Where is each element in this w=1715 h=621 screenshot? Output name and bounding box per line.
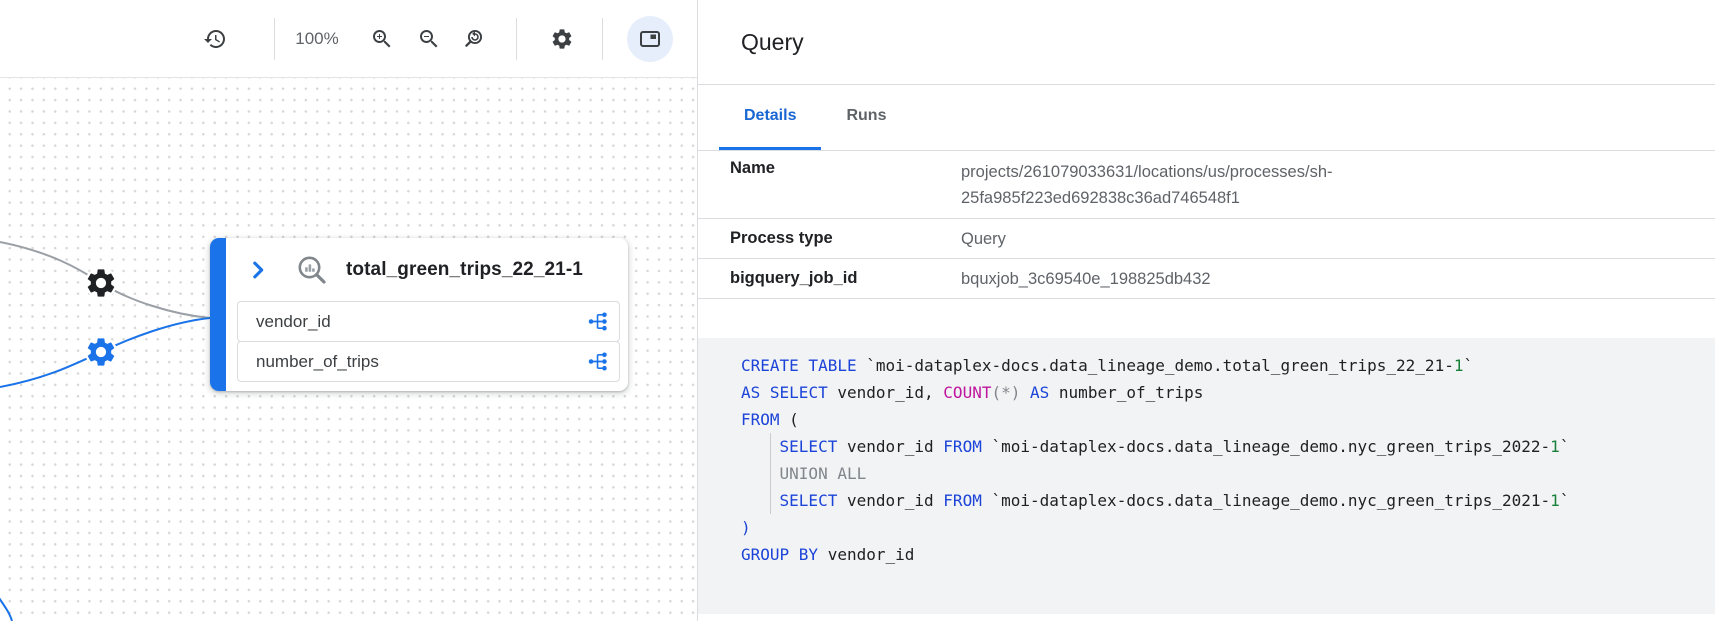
sql-token: (*) bbox=[991, 383, 1020, 402]
toolbar-divider bbox=[274, 18, 275, 60]
zoom-out-button[interactable] bbox=[417, 27, 441, 51]
panel-header: Query bbox=[698, 0, 1715, 85]
sql-line: GROUP BY vendor_id bbox=[741, 541, 1715, 568]
field-name: number_of_trips bbox=[256, 352, 379, 372]
detail-label: Process type bbox=[698, 229, 961, 248]
sql-token: CREATE TABLE bbox=[741, 356, 857, 375]
column-lineage-icon[interactable] bbox=[587, 350, 610, 373]
zoom-level-label: 100% bbox=[289, 29, 345, 49]
sql-token: GROUP BY bbox=[741, 545, 818, 564]
side-panel-icon bbox=[638, 27, 662, 51]
sql-token: ) bbox=[741, 518, 751, 537]
detail-value: projects/261079033631/locations/us/proce… bbox=[961, 159, 1332, 211]
sql-line: UNION ALL bbox=[741, 460, 1715, 487]
node-title: total_green_trips_22_21-1 bbox=[346, 259, 583, 281]
lineage-canvas[interactable]: total_green_trips_22_21-1 vendor_idnumbe… bbox=[0, 0, 697, 621]
sql-token: `moi-dataplex-docs.data_lineage_demo.tot… bbox=[857, 356, 1454, 375]
sql-token: UNION ALL bbox=[780, 464, 867, 483]
zoom-reset-button[interactable] bbox=[463, 27, 487, 51]
sql-line: CREATE TABLE `moi-dataplex-docs.data_lin… bbox=[741, 352, 1715, 379]
sql-token: SELECT bbox=[780, 437, 838, 456]
panel-title: Query bbox=[741, 29, 804, 56]
sql-line: ) bbox=[741, 514, 1715, 541]
detail-value: bquxjob_3c69540e_198825db432 bbox=[961, 266, 1211, 292]
panel-tabbar: DetailsRuns bbox=[698, 85, 1715, 151]
sql-token: vendor_id bbox=[837, 491, 943, 510]
sql-token: FROM bbox=[741, 410, 780, 429]
sql-token: number_of_trips bbox=[1049, 383, 1203, 402]
sql-token bbox=[1020, 383, 1030, 402]
detail-value-line: projects/261079033631/locations/us/proce… bbox=[961, 159, 1332, 185]
column-lineage-icon[interactable] bbox=[587, 310, 610, 333]
sql-line: FROM ( bbox=[741, 406, 1715, 433]
field-name: vendor_id bbox=[256, 312, 331, 332]
sql-token bbox=[760, 383, 770, 402]
sql-token: FROM bbox=[943, 491, 982, 510]
settings-gear-button[interactable] bbox=[550, 27, 574, 51]
detail-value-line: bquxjob_3c69540e_198825db432 bbox=[961, 266, 1211, 292]
detail-label: bigquery_job_id bbox=[698, 269, 961, 288]
sql-token: `moi-dataplex-docs.data_lineage_demo.nyc… bbox=[982, 437, 1550, 456]
tab-details[interactable]: Details bbox=[719, 85, 821, 150]
sql-token: 1 bbox=[1550, 437, 1560, 456]
sql-token: SELECT bbox=[780, 491, 838, 510]
sql-token: vendor_id, bbox=[828, 383, 944, 402]
sql-token: AS bbox=[741, 383, 760, 402]
lineage-app-window: total_green_trips_22_21-1 vendor_idnumbe… bbox=[0, 0, 1715, 621]
sql-token: ` bbox=[1560, 491, 1570, 510]
indent-guide bbox=[770, 433, 771, 514]
detail-value: Query bbox=[961, 226, 1006, 252]
toolbar-divider bbox=[516, 18, 517, 60]
detail-row: Nameprojects/261079033631/locations/us/p… bbox=[698, 151, 1715, 219]
edge-corner-blue bbox=[0, 598, 12, 621]
bigquery-table-icon bbox=[295, 253, 329, 287]
sql-line: SELECT vendor_id FROM `moi-dataplex-docs… bbox=[741, 487, 1715, 514]
sql-token bbox=[741, 491, 780, 510]
sql-token bbox=[741, 464, 780, 483]
zoom-in-button[interactable] bbox=[370, 27, 394, 51]
sql-code-block: CREATE TABLE `moi-dataplex-docs.data_lin… bbox=[698, 338, 1715, 614]
history-button[interactable] bbox=[203, 27, 227, 51]
sql-token: ` bbox=[1560, 437, 1570, 456]
sql-token: AS bbox=[1030, 383, 1049, 402]
sql-token: vendor_id bbox=[837, 437, 943, 456]
tab-runs[interactable]: Runs bbox=[821, 85, 911, 150]
node-field-vendor_id[interactable]: vendor_id bbox=[237, 301, 620, 342]
node-field-list: vendor_id number_of_trips bbox=[237, 301, 620, 382]
toolbar-divider bbox=[602, 18, 603, 60]
sql-code-lines: CREATE TABLE `moi-dataplex-docs.data_lin… bbox=[741, 352, 1715, 568]
details-table: Nameprojects/261079033631/locations/us/p… bbox=[698, 151, 1715, 299]
sql-token: SELECT bbox=[770, 383, 828, 402]
sql-token: 1 bbox=[1550, 491, 1560, 510]
details-panel: Query DetailsRuns Nameprojects/261079033… bbox=[697, 0, 1715, 621]
detail-label: Name bbox=[698, 159, 961, 178]
canvas-toolbar: 100% bbox=[0, 0, 697, 78]
sql-token: FROM bbox=[943, 437, 982, 456]
sql-token: ( bbox=[780, 410, 799, 429]
expand-chevron-icon[interactable] bbox=[247, 259, 269, 281]
detail-value-line: Query bbox=[961, 226, 1006, 252]
lineage-node-card[interactable]: total_green_trips_22_21-1 vendor_idnumbe… bbox=[210, 238, 628, 391]
sql-token: `moi-dataplex-docs.data_lineage_demo.nyc… bbox=[982, 491, 1550, 510]
sql-token: ` bbox=[1463, 356, 1473, 375]
node-field-number_of_trips[interactable]: number_of_trips bbox=[237, 341, 620, 382]
detail-row: Process typeQuery bbox=[698, 219, 1715, 259]
toggle-side-panel-button[interactable] bbox=[627, 16, 673, 62]
sql-line: AS SELECT vendor_id, COUNT(*) AS number_… bbox=[741, 379, 1715, 406]
node-header[interactable]: total_green_trips_22_21-1 bbox=[226, 238, 628, 301]
detail-value-line: 25fa985f223ed692838c36ad746548f1 bbox=[961, 185, 1332, 211]
detail-row: bigquery_job_idbquxjob_3c69540e_198825db… bbox=[698, 259, 1715, 299]
node-accent-bar bbox=[210, 238, 226, 391]
sql-line: SELECT vendor_id FROM `moi-dataplex-docs… bbox=[741, 433, 1715, 460]
sql-token bbox=[741, 437, 780, 456]
sql-token: COUNT bbox=[943, 383, 991, 402]
sql-token: vendor_id bbox=[818, 545, 914, 564]
